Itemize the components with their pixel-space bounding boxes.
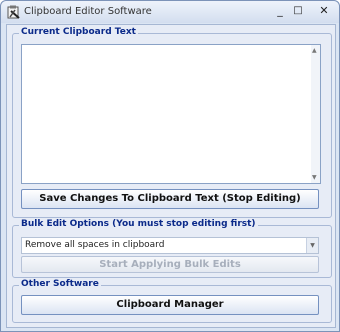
minimize-icon[interactable]: _ (273, 4, 287, 18)
current-text-group: Current Clipboard Text ▲ ▼ Save Changes … (12, 27, 332, 218)
save-changes-button[interactable]: Save Changes To Clipboard Text (Stop Edi… (21, 189, 319, 209)
client-area: Current Clipboard Text ▲ ▼ Save Changes … (6, 24, 336, 328)
other-software-group-label: Other Software (19, 279, 101, 289)
clipboard-manager-button[interactable]: Clipboard Manager (21, 295, 319, 315)
app-icon (7, 5, 20, 19)
title-bar[interactable]: Clipboard Editor Software _ □ ✕ (1, 1, 339, 23)
maximize-icon[interactable]: □ (291, 4, 305, 18)
window-title: Clipboard Editor Software (24, 6, 152, 17)
clipboard-text-area[interactable]: ▲ ▼ (21, 44, 321, 184)
scroll-up-icon[interactable]: ▲ (312, 47, 317, 54)
scroll-down-icon[interactable]: ▼ (312, 174, 317, 181)
current-text-group-label: Current Clipboard Text (19, 27, 138, 37)
bulk-edit-select[interactable]: Remove all spaces in clipboard ▼ (21, 237, 319, 254)
app-window: Clipboard Editor Software _ □ ✕ Current … (0, 0, 340, 332)
start-bulk-edits-button[interactable]: Start Applying Bulk Edits (21, 256, 319, 273)
bulk-edit-group: Bulk Edit Options (You must stop editing… (12, 219, 332, 278)
close-icon[interactable]: ✕ (317, 4, 331, 18)
bulk-edit-selected-value: Remove all spaces in clipboard (25, 240, 165, 250)
other-software-group: Other Software Clipboard Manager (12, 279, 332, 323)
bulk-edit-group-label: Bulk Edit Options (You must stop editing… (19, 219, 258, 229)
text-scrollbar[interactable]: ▲ ▼ (311, 45, 320, 183)
chevron-down-icon[interactable]: ▼ (306, 238, 318, 253)
